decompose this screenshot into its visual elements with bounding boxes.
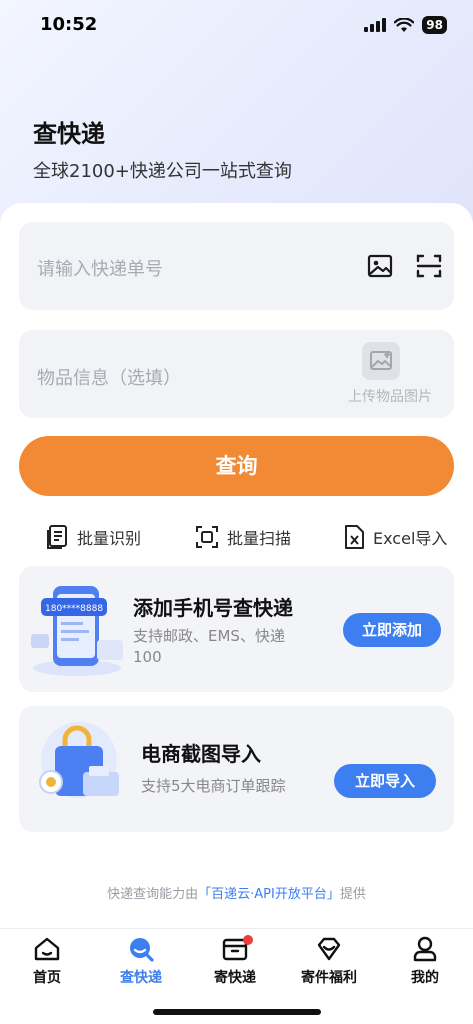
battery-indicator: 98	[422, 16, 447, 34]
tab-shipping-benefits[interactable]: 寄件福利	[282, 929, 376, 999]
tab-label: 我的	[411, 970, 439, 986]
tracking-number-input[interactable]: 请输入快递单号	[19, 222, 454, 310]
search-express-icon	[130, 938, 154, 962]
shopping-bag-illustration-icon	[39, 722, 119, 798]
home-icon	[34, 937, 60, 961]
footer-suffix: 提供	[339, 887, 366, 902]
footer-platform-link[interactable]: 「百递云·API开放平台」	[198, 887, 340, 902]
batch-scan-button[interactable]: 批量扫描	[195, 520, 291, 554]
promo-desc-line1: 支持邮政、EMS、快递	[133, 627, 285, 645]
tab-label: 查快递	[120, 970, 162, 986]
phone-number-text: 180****8888	[45, 604, 103, 614]
upload-label: 上传物品图片	[348, 389, 432, 405]
tools-row: 批量识别 批量扫描 Excel导入	[0, 520, 473, 554]
page-subtitle: 全球2100+快递公司一站式查询	[33, 161, 292, 182]
add-now-button[interactable]: 立即添加	[343, 613, 441, 647]
notification-badge	[243, 935, 253, 945]
scan-frame-icon	[196, 526, 218, 548]
scan-icon[interactable]	[415, 252, 443, 280]
image-icon[interactable]	[366, 252, 394, 280]
gift-diamond-icon	[317, 937, 341, 961]
upload-goods-image[interactable]: 上传物品图片	[332, 342, 432, 412]
goods-input-placeholder: 物品信息（选填）	[37, 368, 181, 389]
tab-send-express[interactable]: 寄快递	[188, 929, 282, 999]
image-upload-icon	[370, 351, 392, 370]
tracking-input-placeholder: 请输入快递单号	[37, 259, 163, 280]
status-icons: 98	[364, 16, 447, 34]
powered-by-note: 快递查询能力由「百递云·API开放平台」提供	[0, 883, 473, 902]
status-bar: 10:52 98	[0, 0, 473, 50]
tab-label: 寄快递	[214, 970, 256, 986]
cellular-signal-icon	[364, 18, 387, 32]
tool-label: 批量识别	[77, 529, 142, 548]
tool-label: Excel导入	[373, 529, 448, 548]
goods-info-input[interactable]: 物品信息（选填） 上传物品图片	[19, 330, 454, 418]
tab-label: 首页	[33, 970, 61, 986]
ecommerce-import-promo-card[interactable]: 电商截图导入 支持5大电商订单跟踪 立即导入	[19, 706, 454, 832]
promo-title: 添加手机号查快递	[133, 596, 293, 620]
footer-prefix: 快递查询能力由	[107, 887, 199, 902]
excel-import-button[interactable]: Excel导入	[343, 520, 447, 554]
tab-home[interactable]: 首页	[0, 929, 94, 999]
wifi-icon	[394, 17, 415, 32]
excel-file-icon	[345, 525, 364, 549]
upload-thumbnail	[362, 342, 400, 380]
add-phone-promo-card[interactable]: 180****8888 添加手机号查快递 支持邮政、EMS、快递 100 立即添…	[19, 566, 454, 692]
user-icon	[413, 936, 437, 962]
home-indicator	[153, 1009, 321, 1015]
promo-title: 电商截图导入	[141, 742, 261, 766]
page-title: 查快递	[33, 120, 105, 148]
document-list-icon	[47, 525, 67, 549]
import-now-button[interactable]: 立即导入	[334, 764, 436, 798]
query-button[interactable]: 查询	[19, 436, 454, 496]
phone-illustration-icon: 180****8888	[31, 586, 123, 676]
promo-description: 支持邮政、EMS、快递 100	[133, 626, 323, 668]
tab-mine[interactable]: 我的	[378, 929, 472, 999]
promo-desc-line2: 100	[133, 648, 162, 666]
tab-label: 寄件福利	[301, 970, 357, 986]
tab-query-express[interactable]: 查快递	[94, 929, 188, 999]
promo-description: 支持5大电商订单跟踪	[141, 777, 286, 795]
tool-label: 批量扫描	[227, 529, 292, 548]
status-time: 10:52	[40, 14, 98, 35]
batch-recognize-button[interactable]: 批量识别	[45, 520, 141, 554]
